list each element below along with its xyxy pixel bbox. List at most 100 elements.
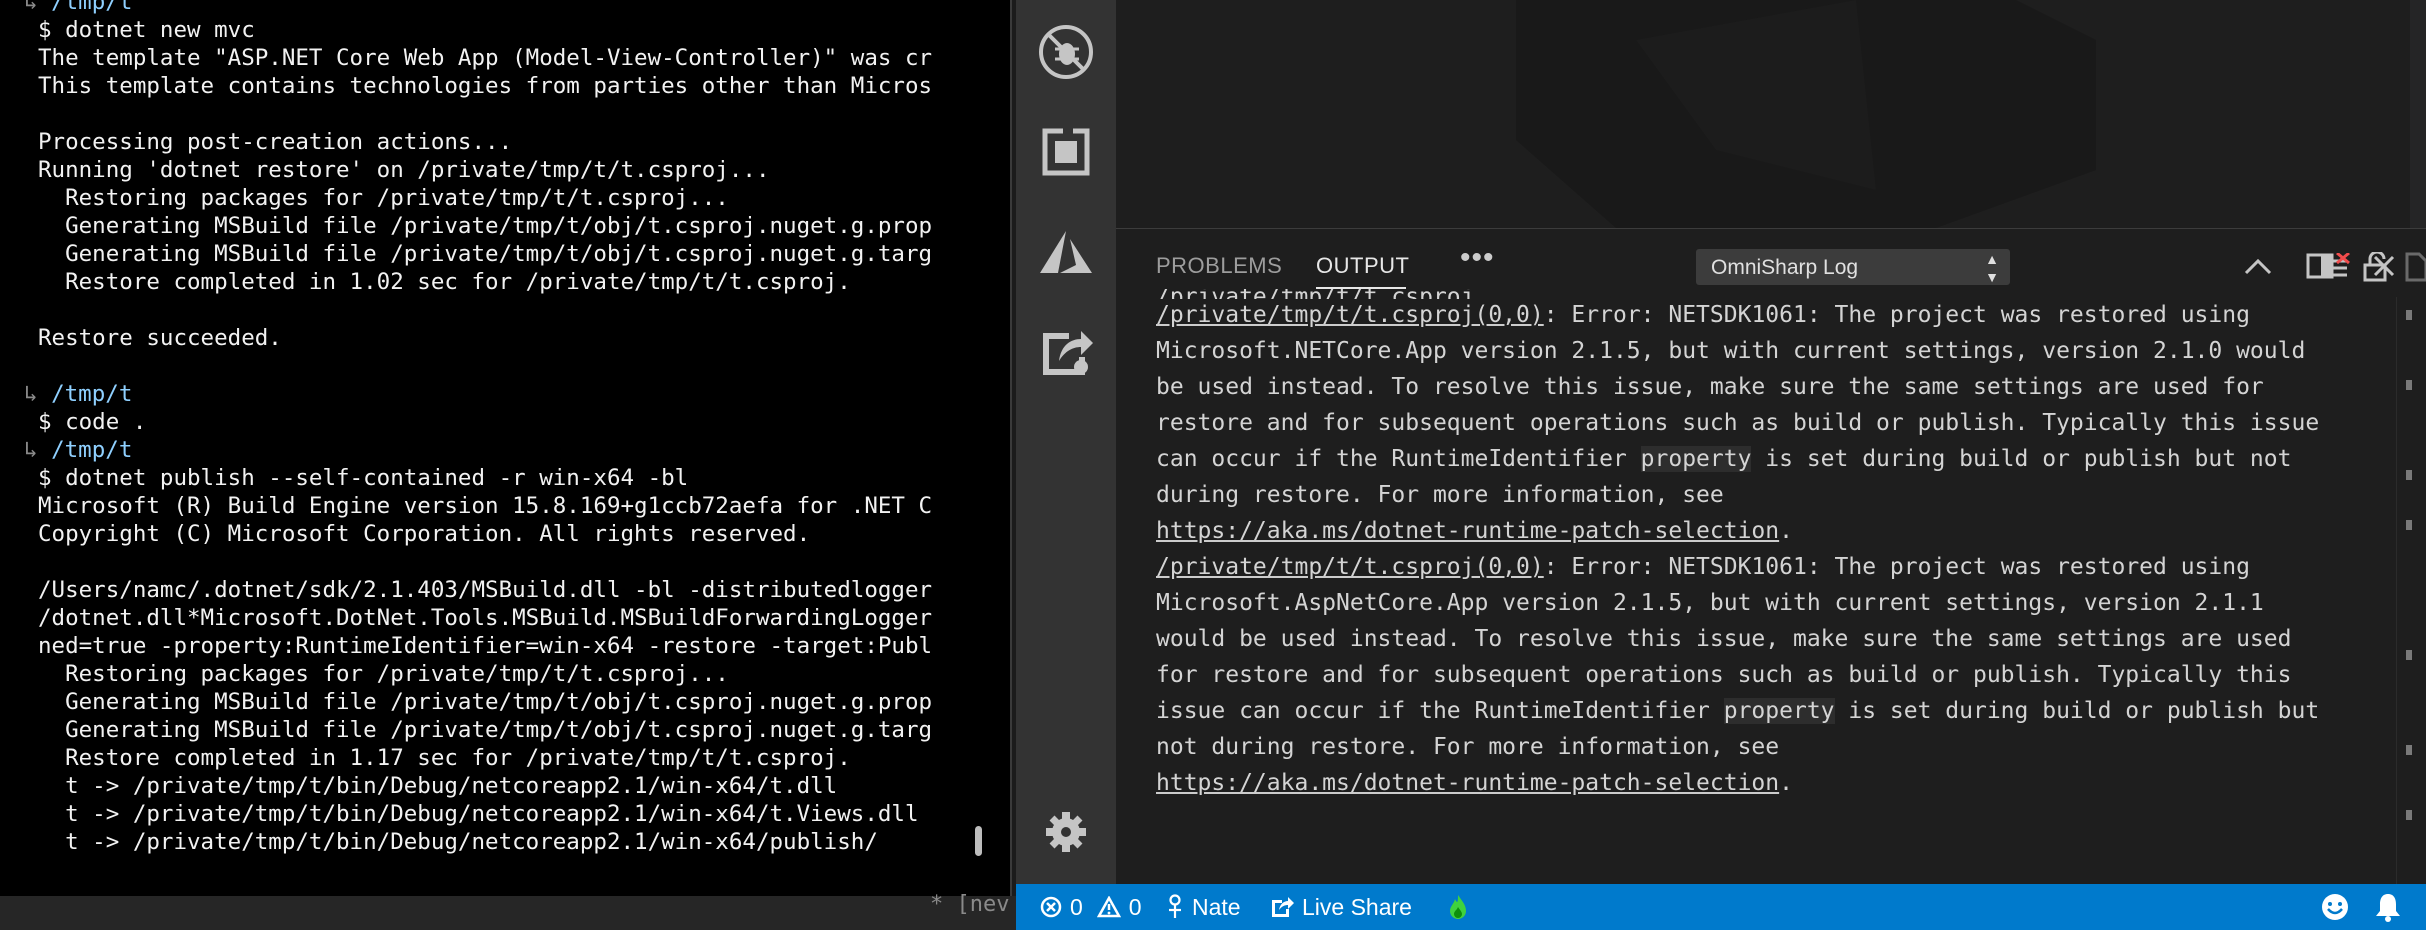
azure-icon[interactable] [1034, 220, 1098, 284]
scrollbar-marker [2406, 810, 2412, 820]
output-text: is set during build or publish but not [1751, 446, 2292, 472]
output-line: issue can occur if the RuntimeIdentifier… [1156, 693, 2378, 729]
terminal-line: t -> /private/tmp/t/bin/Debug/netcoreapp… [38, 773, 838, 799]
terminal-window[interactable]: ↳ /tmp/t $ dotnet new mvc The template "AS… [0, 0, 1012, 896]
terminal-line: Generating MSBuild file /private/tmp/t/o… [38, 689, 933, 715]
vscode-watermark-icon [1516, 0, 2096, 228]
scrollbar-marker [2406, 745, 2412, 755]
output-text: Microsoft.AspNetCore.App version 2.1.5, … [1156, 590, 2264, 616]
output-text: can occur if the RuntimeIdentifier [1156, 446, 1641, 472]
error-icon [1040, 896, 1062, 918]
terminal-line: $ dotnet publish --self-contained -r win… [38, 465, 689, 491]
notifications-bell-icon[interactable] [2374, 884, 2402, 930]
omnisharp-flame-icon[interactable] [1448, 884, 1468, 930]
output-link[interactable]: /private/tmp/t/t.csproj(0,0) [1156, 302, 1544, 328]
warning-count: 0 [1128, 894, 1142, 920]
more-tabs-button[interactable]: ••• [1460, 241, 1495, 275]
output-line: for restore and for subsequent operation… [1156, 657, 2378, 693]
output-text: not during restore. For more information… [1156, 734, 1780, 760]
error-count: 0 [1070, 894, 1083, 920]
terminal-prompt-path: ↳ /tmp/t [24, 381, 133, 407]
output-line: restore and for subsequent operations su… [1156, 405, 2378, 441]
output-text: issue can occur if the RuntimeIdentifier [1156, 698, 1724, 724]
output-text: : Error: NETSDK1061: The project was res… [1543, 554, 2250, 580]
terminal-line: ned=true -property:RuntimeIdentifier=win… [38, 633, 933, 659]
output-channel-select[interactable]: OmniSharp Log ▲ ▼ [1696, 249, 2010, 285]
output-text: during restore. For more information, se… [1156, 482, 1724, 508]
terminal-line: Copyright (C) Microsoft Corporation. All… [38, 521, 811, 547]
panel-tab-bar: PROBLEMS OUTPUT ••• OmniSharp Log ▲ ▼ [1116, 229, 2426, 297]
editor-area [1116, 0, 2426, 228]
tab-problems[interactable]: PROBLEMS [1156, 253, 1282, 279]
output-text: would be used instead. To resolve this i… [1156, 626, 2292, 652]
output-line: /private/tmp/t/t.csproj(0,0): Error: NET… [1156, 549, 2378, 585]
terminal-line: /Users/namc/.dotnet/sdk/2.1.403/MSBuild.… [38, 577, 933, 603]
output-link[interactable]: https://aka.ms/dotnet-runtime-patch-sele… [1156, 518, 1779, 544]
terminal-line: /dotnet.dll*Microsoft.DotNet.Tools.MSBui… [38, 605, 933, 631]
output-line: not during restore. For more information… [1156, 729, 2378, 765]
problems-status[interactable]: 0 0 [1040, 884, 1142, 930]
output-line: /private/tmp/t/t.csproj(0,0): Error: NET… [1156, 297, 2378, 333]
output-text: restore and for subsequent operations su… [1156, 410, 2320, 436]
output-text: be used instead. To resolve this issue, … [1156, 374, 2264, 400]
output-text: . [1779, 770, 1793, 796]
user-name: Nate [1192, 894, 1241, 920]
person-icon [1169, 894, 1181, 918]
highlighted-word: property [1640, 446, 1752, 472]
terminal-prompt-path: ↳ /tmp/t [24, 0, 1010, 16]
warning-icon [1096, 896, 1121, 918]
terminal-output: ↳ /tmp/t $ dotnet new mvc The template "AS… [24, 0, 1010, 856]
close-panel-icon[interactable] [2364, 246, 2404, 286]
feedback-smiley-icon[interactable] [2320, 884, 2350, 930]
background-editor-text: * [nev [930, 892, 1010, 917]
settings-gear-icon[interactable] [1034, 800, 1098, 864]
terminal-line: The template "ASP.NET Core Web App (Mode… [38, 45, 933, 71]
output-line: would be used instead. To resolve this i… [1156, 621, 2378, 657]
terminal-line: Restore completed in 1.02 sec for /priva… [38, 269, 851, 295]
tab-output[interactable]: OUTPUT [1316, 253, 1409, 279]
prompt-hook-icon: ↳ [24, 437, 52, 463]
output-text: for restore and for subsequent operation… [1156, 662, 2292, 688]
live-share-status[interactable]: Live Share [1270, 884, 1412, 930]
status-bar: 0 0 Nate Live Share [1016, 884, 2426, 930]
scrollbar-marker [2406, 380, 2412, 390]
output-link[interactable]: /private/tmp/t/t.csproj(0,0) [1156, 554, 1544, 580]
select-arrows-icon: ▲ ▼ [1985, 251, 1999, 285]
output-line: Microsoft.NETCore.App version 2.1.5, but… [1156, 333, 2378, 369]
live-share-icon[interactable] [1034, 320, 1098, 384]
terminal-line: Restore completed in 1.17 sec for /priva… [38, 745, 851, 771]
terminal-line: Restoring packages for /private/tmp/t/t.… [38, 185, 729, 211]
terminal-line: Generating MSBuild file /private/tmp/t/o… [38, 717, 933, 743]
terminal-line: Restore succeeded. [38, 325, 282, 351]
terminal-line: Generating MSBuild file /private/tmp/t/o… [38, 213, 933, 239]
scrollbar-marker [2406, 310, 2412, 320]
output-text: Microsoft.NETCore.App version 2.1.5, but… [1156, 338, 2306, 364]
output-text: : Error: NETSDK1061: The project was res… [1543, 302, 2250, 328]
background-editor-strip [0, 896, 1016, 930]
debug-icon[interactable] [1034, 20, 1098, 84]
terminal-line: t -> /private/tmp/t/bin/Debug/netcoreapp… [38, 801, 919, 827]
terminal-line: Processing post-creation actions... [38, 129, 513, 155]
prompt-hook-icon: ↳ [24, 381, 52, 407]
terminal-line: This template contains technologies from… [38, 73, 933, 99]
git-user-status[interactable]: Nate [1166, 884, 1241, 930]
toggle-panel-position-icon[interactable] [2300, 246, 2340, 286]
output-line: Microsoft.AspNetCore.App version 2.1.5, … [1156, 585, 2378, 621]
terminal-scrollbar[interactable] [975, 826, 982, 856]
output-log[interactable]: /private/tmp/t/t.csproj(0,0): Error: NET… [1156, 297, 2378, 877]
live-share-label: Live Share [1302, 894, 1412, 920]
terminal-line: Running 'dotnet restore' on /private/tmp… [38, 157, 770, 183]
maximize-panel-icon[interactable] [2238, 246, 2278, 286]
extensions-icon[interactable] [1034, 120, 1098, 184]
output-line: https://aka.ms/dotnet-runtime-patch-sele… [1156, 513, 2378, 549]
output-text: . [1779, 518, 1793, 544]
live-share-icon [1272, 897, 1294, 917]
output-link[interactable]: https://aka.ms/dotnet-runtime-patch-sele… [1156, 770, 1779, 796]
scrollbar-marker [2406, 520, 2412, 530]
terminal-line: Generating MSBuild file /private/tmp/t/o… [38, 241, 933, 267]
terminal-line: $ dotnet new mvc [38, 17, 255, 43]
